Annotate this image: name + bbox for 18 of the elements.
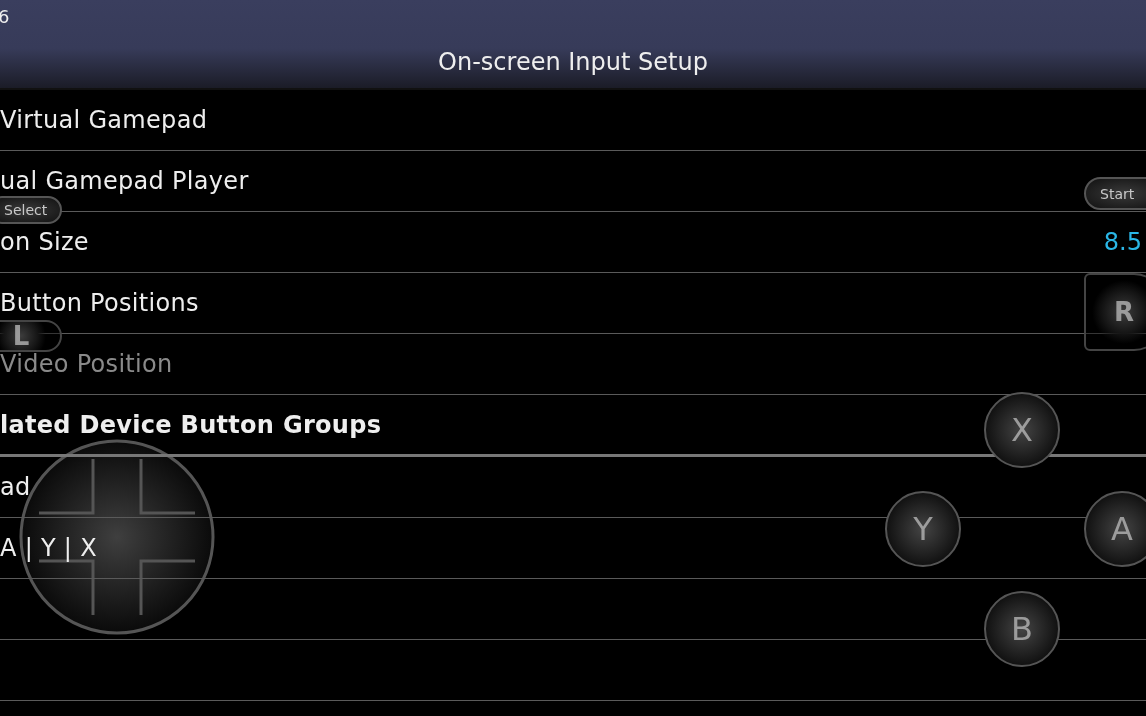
face-button[interactable]: X [984,392,1060,468]
face-button[interactable]: B [984,591,1060,667]
setting-label[interactable]: Virtual Gamepad [0,108,208,132]
face-button[interactable]: Y [885,491,961,567]
setting-label[interactable]: A | Y | X [0,536,97,560]
setting-label[interactable]: on Size [0,230,89,254]
setting-label[interactable]: ad [0,475,31,499]
status-bar-text: 6 [0,6,10,27]
section-header: lated Device Button Groups [0,412,382,437]
setting-label[interactable]: Button Positions [0,291,199,315]
setting-label[interactable]: ual Gamepad Player [0,169,249,193]
pill-button[interactable]: Start [1084,177,1146,210]
window-title: On-screen Input Setup [438,47,708,78]
shoulder-button[interactable]: R [1084,273,1146,351]
setting-value: 8.5 [1103,228,1142,256]
face-button[interactable]: A [1084,491,1146,567]
shoulder-button[interactable]: L [0,320,62,352]
pill-button[interactable]: Select [0,196,62,224]
